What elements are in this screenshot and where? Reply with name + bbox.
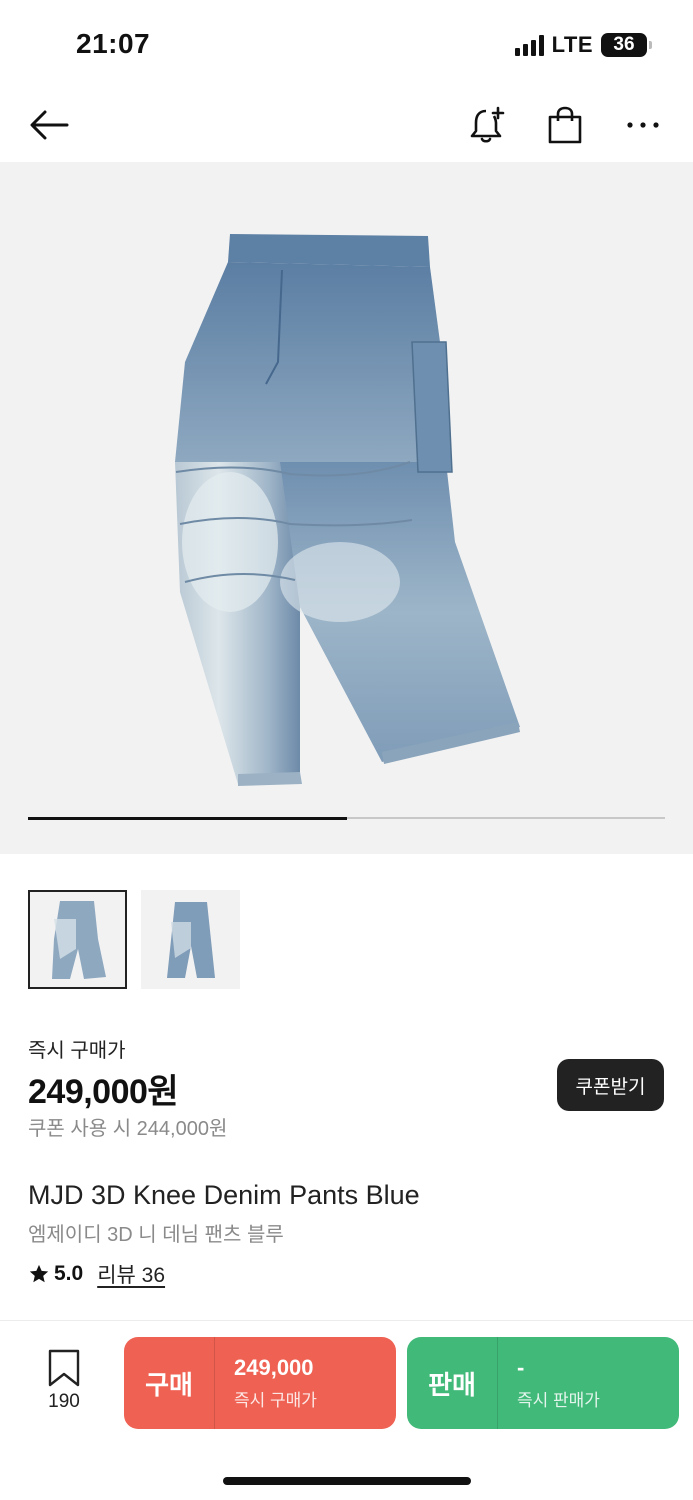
review-link[interactable]: 리뷰 36 (97, 1259, 165, 1289)
star-icon (29, 1264, 49, 1283)
price-label: 즉시 구매가 (28, 1040, 126, 1062)
bookmark-button[interactable]: 190 (34, 1349, 94, 1413)
rating-score: 5.0 (54, 1262, 84, 1285)
buy-label: 구매 (124, 1337, 215, 1429)
gallery-pager (28, 816, 665, 820)
buy-sub-label: 즉시 구매가 (234, 1391, 317, 1410)
sell-sub-label: 즉시 판매가 (517, 1391, 600, 1410)
thumbnail-strip (28, 890, 240, 989)
product-name-en: MJD 3D Knee Denim Pants Blue (28, 1180, 420, 1210)
alert-button[interactable] (462, 100, 512, 150)
nav-bar (0, 90, 693, 162)
product-name-ko: 엠제이디 3D 니 데님 팬츠 블루 (28, 1224, 284, 1246)
denim-pants-front-thumb (51, 900, 106, 979)
bottom-action-bar: 190 구매 249,000 즉시 구매가 판매 - 즉시 판매가 (0, 1320, 693, 1500)
coupon-price-note: 쿠폰 사용 시 244,000원 (28, 1118, 228, 1140)
home-indicator (223, 1477, 471, 1485)
status-indicators: LTE 36 (514, 32, 652, 58)
sell-info: - 즉시 판매가 (498, 1337, 600, 1429)
back-button[interactable] (24, 100, 74, 150)
instant-buy-price: 249,000원 (28, 1073, 179, 1111)
bookmark-count: 190 (48, 1391, 80, 1412)
denim-pants-thumb-2 (166, 901, 215, 978)
back-arrow-icon (30, 110, 69, 140)
status-time: 21:07 (76, 28, 151, 59)
status-bar: 21:07 LTE 36 (0, 0, 693, 90)
buy-info: 249,000 즉시 구매가 (215, 1337, 317, 1429)
denim-pants-photo (175, 234, 520, 786)
network-label: LTE (551, 32, 593, 57)
product-image-gallery[interactable] (0, 162, 693, 854)
sell-label: 판매 (407, 1337, 498, 1429)
gallery-pager-progress (28, 816, 347, 820)
signal-icon (514, 34, 544, 56)
buy-price: 249,000 (234, 1355, 314, 1380)
more-button[interactable] (618, 100, 668, 150)
bell-plus-icon (470, 106, 505, 143)
cart-button[interactable] (540, 100, 590, 150)
sell-button[interactable]: 판매 - 즉시 판매가 (407, 1337, 679, 1429)
bookmark-icon (48, 1349, 80, 1387)
shopping-bag-icon (548, 106, 582, 144)
buy-button[interactable]: 구매 249,000 즉시 구매가 (124, 1337, 396, 1429)
more-icon (627, 122, 659, 128)
thumbnail-1[interactable] (28, 890, 127, 989)
rating-row: 5.0 리뷰 36 (28, 1259, 165, 1289)
battery-icon: 36 (601, 33, 652, 57)
thumbnail-2[interactable] (141, 890, 240, 989)
get-coupon-button[interactable]: 쿠폰받기 (557, 1059, 664, 1111)
sell-price: - (517, 1355, 525, 1380)
